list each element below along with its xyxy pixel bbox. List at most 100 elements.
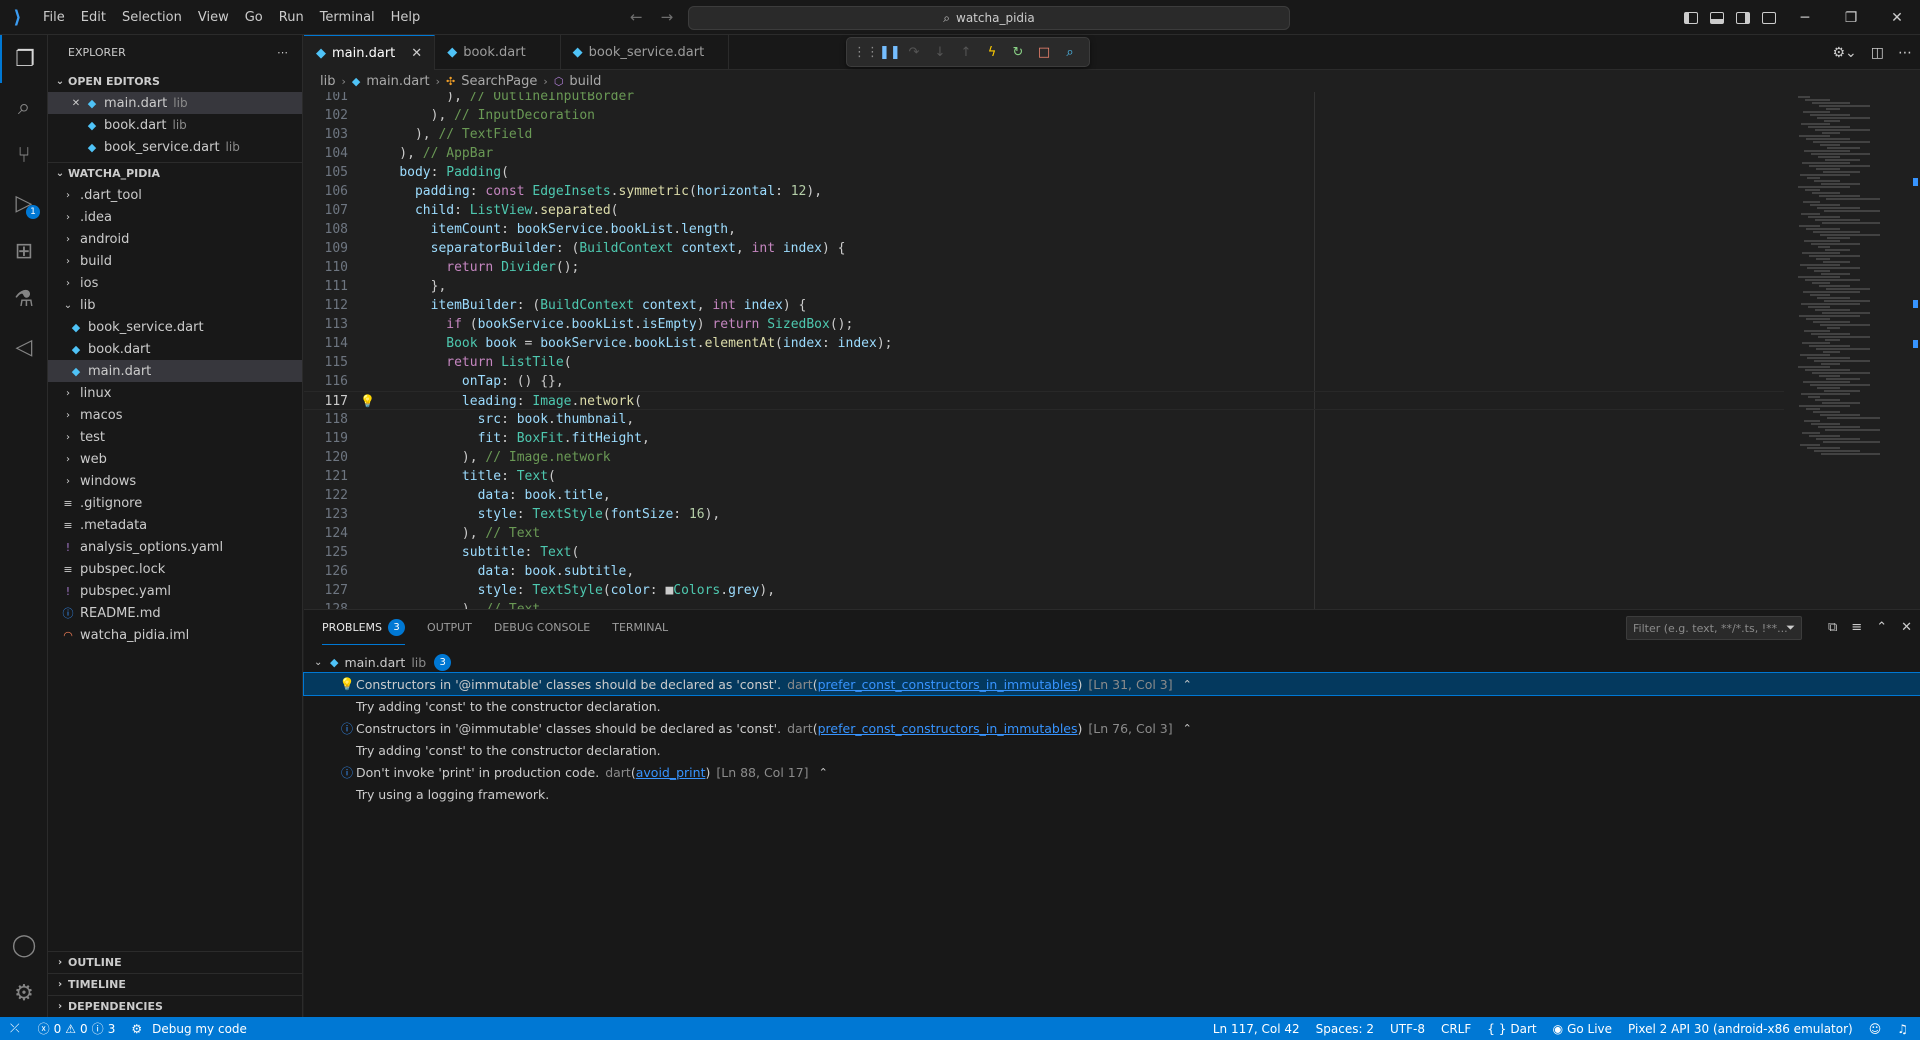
menu-edit[interactable]: Edit	[73, 0, 114, 35]
close-tab-icon[interactable]: ✕	[411, 46, 422, 61]
file-tree-item[interactable]: › macos	[48, 404, 302, 426]
problems-filter-input[interactable]: Filter (e.g. text, **/*.ts, !**... ⏷	[1626, 616, 1802, 640]
flutter-icon[interactable]: ◁	[0, 323, 48, 371]
close-icon[interactable]: ✕	[68, 98, 84, 109]
menu-file[interactable]: File	[35, 0, 73, 35]
file-tree-item[interactable]: ◆ book.dart	[48, 338, 302, 360]
file-tree-item[interactable]: › ios	[48, 272, 302, 294]
code-line[interactable]: 112 itemBuilder: (BuildContext context, …	[304, 296, 1784, 315]
step-into-icon[interactable]: ↓	[931, 45, 949, 60]
dependencies-section[interactable]: › DEPENDENCIES	[48, 995, 303, 1017]
indentation[interactable]: Spaces: 2	[1308, 1017, 1382, 1040]
file-tree-item[interactable]: › web	[48, 448, 302, 470]
code-line[interactable]: 128 ), // Text	[304, 600, 1784, 609]
step-over-icon[interactable]: ↷	[905, 45, 923, 60]
problem-hint[interactable]: Try adding 'const' to the constructor de…	[304, 739, 1920, 761]
code-line[interactable]: 121 title: Text(	[304, 467, 1784, 486]
problem-item[interactable]: ⓘ Constructors in '@immutable' classes s…	[304, 717, 1920, 739]
view-as-tree-icon[interactable]: ≡	[1851, 620, 1862, 635]
minimize-icon[interactable]: ─	[1782, 0, 1828, 35]
code-line[interactable]: 126 data: book.subtitle,	[304, 562, 1784, 581]
breadcrumb-lib[interactable]: lib	[320, 74, 335, 89]
tab-book-dart[interactable]: ◆ book.dart	[435, 35, 561, 70]
code-editor[interactable]: 101 ), // OutlineInputBorder 102 ), // In…	[304, 92, 1784, 609]
file-tree-item[interactable]: › .idea	[48, 206, 302, 228]
devtools-search-icon[interactable]: ⌕	[1061, 45, 1079, 60]
forward-arrow-icon[interactable]: →	[661, 8, 674, 26]
breadcrumb-class[interactable]: SearchPage	[461, 74, 537, 89]
split-editor-icon[interactable]: ◫	[1871, 45, 1884, 61]
problem-file-group[interactable]: ⌄ ◆ main.dart lib 3	[304, 651, 1920, 673]
customize-layout-icon[interactable]	[1756, 0, 1782, 35]
code-line[interactable]: 117 leading: Image.network(💡	[304, 391, 1784, 410]
file-tree-item[interactable]: ⌄ lib	[48, 294, 302, 316]
go-live-button[interactable]: ◉ Go Live	[1545, 1017, 1620, 1040]
file-tree-item[interactable]: › windows	[48, 470, 302, 492]
code-line[interactable]: 103 ), // TextField	[304, 125, 1784, 144]
manage-gear-icon[interactable]: ⚙	[0, 969, 48, 1017]
restart-icon[interactable]: ↻	[1009, 45, 1027, 60]
file-tree-item[interactable]: ! analysis_options.yaml	[48, 536, 302, 558]
chevron-up-icon[interactable]: ⌃	[1183, 722, 1192, 735]
file-tree-item[interactable]: ⓘ README.md	[48, 602, 302, 624]
stop-icon[interactable]: □	[1035, 45, 1053, 60]
code-line[interactable]: 125 subtitle: Text(	[304, 543, 1784, 562]
file-tree-item[interactable]: ◆ book_service.dart	[48, 316, 302, 338]
close-window-icon[interactable]: ✕	[1874, 0, 1920, 35]
menu-terminal[interactable]: Terminal	[312, 0, 383, 35]
run-debug-icon[interactable]: ▷ 1	[0, 179, 48, 227]
command-center-search[interactable]: ⌕ watcha_pidia	[688, 6, 1290, 30]
code-line[interactable]: 115 return ListTile(	[304, 353, 1784, 372]
file-tree-item[interactable]: › .dart_tool	[48, 184, 302, 206]
testing-icon[interactable]: ⚗	[0, 275, 48, 323]
drag-handle-icon[interactable]: ⋮⋮	[853, 45, 879, 60]
problem-hint[interactable]: Try adding 'const' to the constructor de…	[304, 695, 1920, 717]
maximize-panel-icon[interactable]: ⌃	[1876, 620, 1887, 635]
file-tree-item[interactable]: › test	[48, 426, 302, 448]
pause-icon[interactable]: ❚❚	[879, 45, 901, 60]
file-tree-item[interactable]: ≡ .metadata	[48, 514, 302, 536]
step-out-icon[interactable]: ↑	[957, 45, 975, 60]
menu-go[interactable]: Go	[237, 0, 271, 35]
breadcrumb-method[interactable]: build	[569, 74, 601, 89]
code-line[interactable]: 113 if (bookService.bookList.isEmpty) re…	[304, 315, 1784, 334]
tab-problems[interactable]: PROBLEMS 3	[322, 610, 406, 645]
chevron-up-icon[interactable]: ⌃	[819, 766, 828, 779]
source-control-icon[interactable]: ⑂	[0, 131, 48, 179]
menu-selection[interactable]: Selection	[114, 0, 190, 35]
code-line[interactable]: 122 data: book.title,	[304, 486, 1784, 505]
code-line[interactable]: 120 ), // Image.network	[304, 448, 1784, 467]
code-line[interactable]: 104 ), // AppBar	[304, 144, 1784, 163]
file-tree-item[interactable]: ≡ pubspec.lock	[48, 558, 302, 580]
open-editor-item[interactable]: ✕ ◆ main.dart lib	[48, 92, 302, 114]
code-line[interactable]: 119 fit: BoxFit.fitHeight,	[304, 429, 1784, 448]
tab-output[interactable]: OUTPUT	[427, 610, 472, 645]
code-line[interactable]: 109 separatorBuilder: (BuildContext cont…	[304, 239, 1784, 258]
problem-code-link[interactable]: prefer_const_constructors_in_immutables	[818, 721, 1078, 736]
code-line[interactable]: 110 return Divider();	[304, 258, 1784, 277]
toggle-panel-icon[interactable]	[1704, 0, 1730, 35]
file-tree-item[interactable]: ◆ main.dart	[48, 360, 302, 382]
chevron-up-icon[interactable]: ⌃	[1183, 678, 1192, 691]
code-line[interactable]: 107 child: ListView.separated(	[304, 201, 1784, 220]
lightbulb-icon[interactable]: 💡	[360, 392, 375, 411]
search-icon[interactable]: ⌕	[0, 83, 48, 131]
menu-view[interactable]: View	[190, 0, 237, 35]
feedback-icon[interactable]: ☺	[1861, 1017, 1890, 1040]
open-editors-header[interactable]: ⌄ OPEN EDITORS	[48, 70, 302, 92]
problem-hint[interactable]: Try using a logging framework.	[304, 783, 1920, 805]
collapse-all-icon[interactable]: ⧉	[1828, 620, 1837, 635]
tab-debug-console[interactable]: DEBUG CONSOLE	[494, 610, 590, 645]
extensions-icon[interactable]: ⊞	[0, 227, 48, 275]
code-line[interactable]: 123 style: TextStyle(fontSize: 16),	[304, 505, 1784, 524]
code-line[interactable]: 111 },	[304, 277, 1784, 296]
cursor-position[interactable]: Ln 117, Col 42	[1205, 1017, 1308, 1040]
file-tree-item[interactable]: › android	[48, 228, 302, 250]
file-tree-item[interactable]: ! pubspec.yaml	[48, 580, 302, 602]
outline-section[interactable]: › OUTLINE	[48, 951, 303, 973]
menu-help[interactable]: Help	[383, 0, 429, 35]
code-line[interactable]: 124 ), // Text	[304, 524, 1784, 543]
problems-status[interactable]: ⓧ 0 ⚠ 0 ⓘ 3	[30, 1017, 124, 1040]
file-tree-item[interactable]: › linux	[48, 382, 302, 404]
accounts-icon[interactable]: ◯	[0, 921, 48, 969]
